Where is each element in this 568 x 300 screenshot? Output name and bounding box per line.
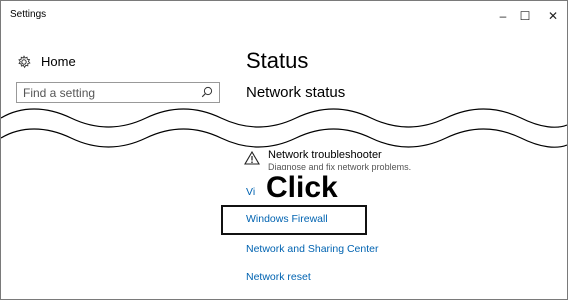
highlight-box (221, 205, 367, 235)
close-button[interactable]: ✕ (533, 1, 567, 31)
click-annotation: Click (263, 170, 341, 206)
sidebar-item-label: Home (41, 54, 76, 69)
search-icon[interactable] (201, 86, 213, 98)
maximize-icon: ☐ (519, 9, 531, 23)
network-sharing-center-link[interactable]: Network and Sharing Center (246, 243, 379, 255)
warning-icon (244, 151, 260, 165)
sidebar-item-home[interactable]: Home (17, 54, 76, 69)
search-input[interactable] (23, 85, 193, 100)
view-network-properties-link-start[interactable]: Vi (246, 186, 255, 198)
network-troubleshooter[interactable]: Network troubleshooter Diagnose and fix … (244, 149, 411, 172)
gear-icon (18, 54, 31, 68)
troubleshooter-title: Network troubleshooter (268, 149, 382, 161)
close-icon: ✕ (547, 9, 559, 23)
search-box[interactable] (16, 82, 220, 103)
page-title: Status (246, 48, 309, 73)
network-reset-link[interactable]: Network reset (246, 271, 311, 283)
window-title: Settings (10, 9, 47, 20)
network-status-heading: Network status (246, 84, 346, 101)
title-bar: Settings – ☐ ✕ (1, 1, 567, 31)
settings-window: Settings – ☐ ✕ Home Status Network statu… (0, 0, 568, 300)
